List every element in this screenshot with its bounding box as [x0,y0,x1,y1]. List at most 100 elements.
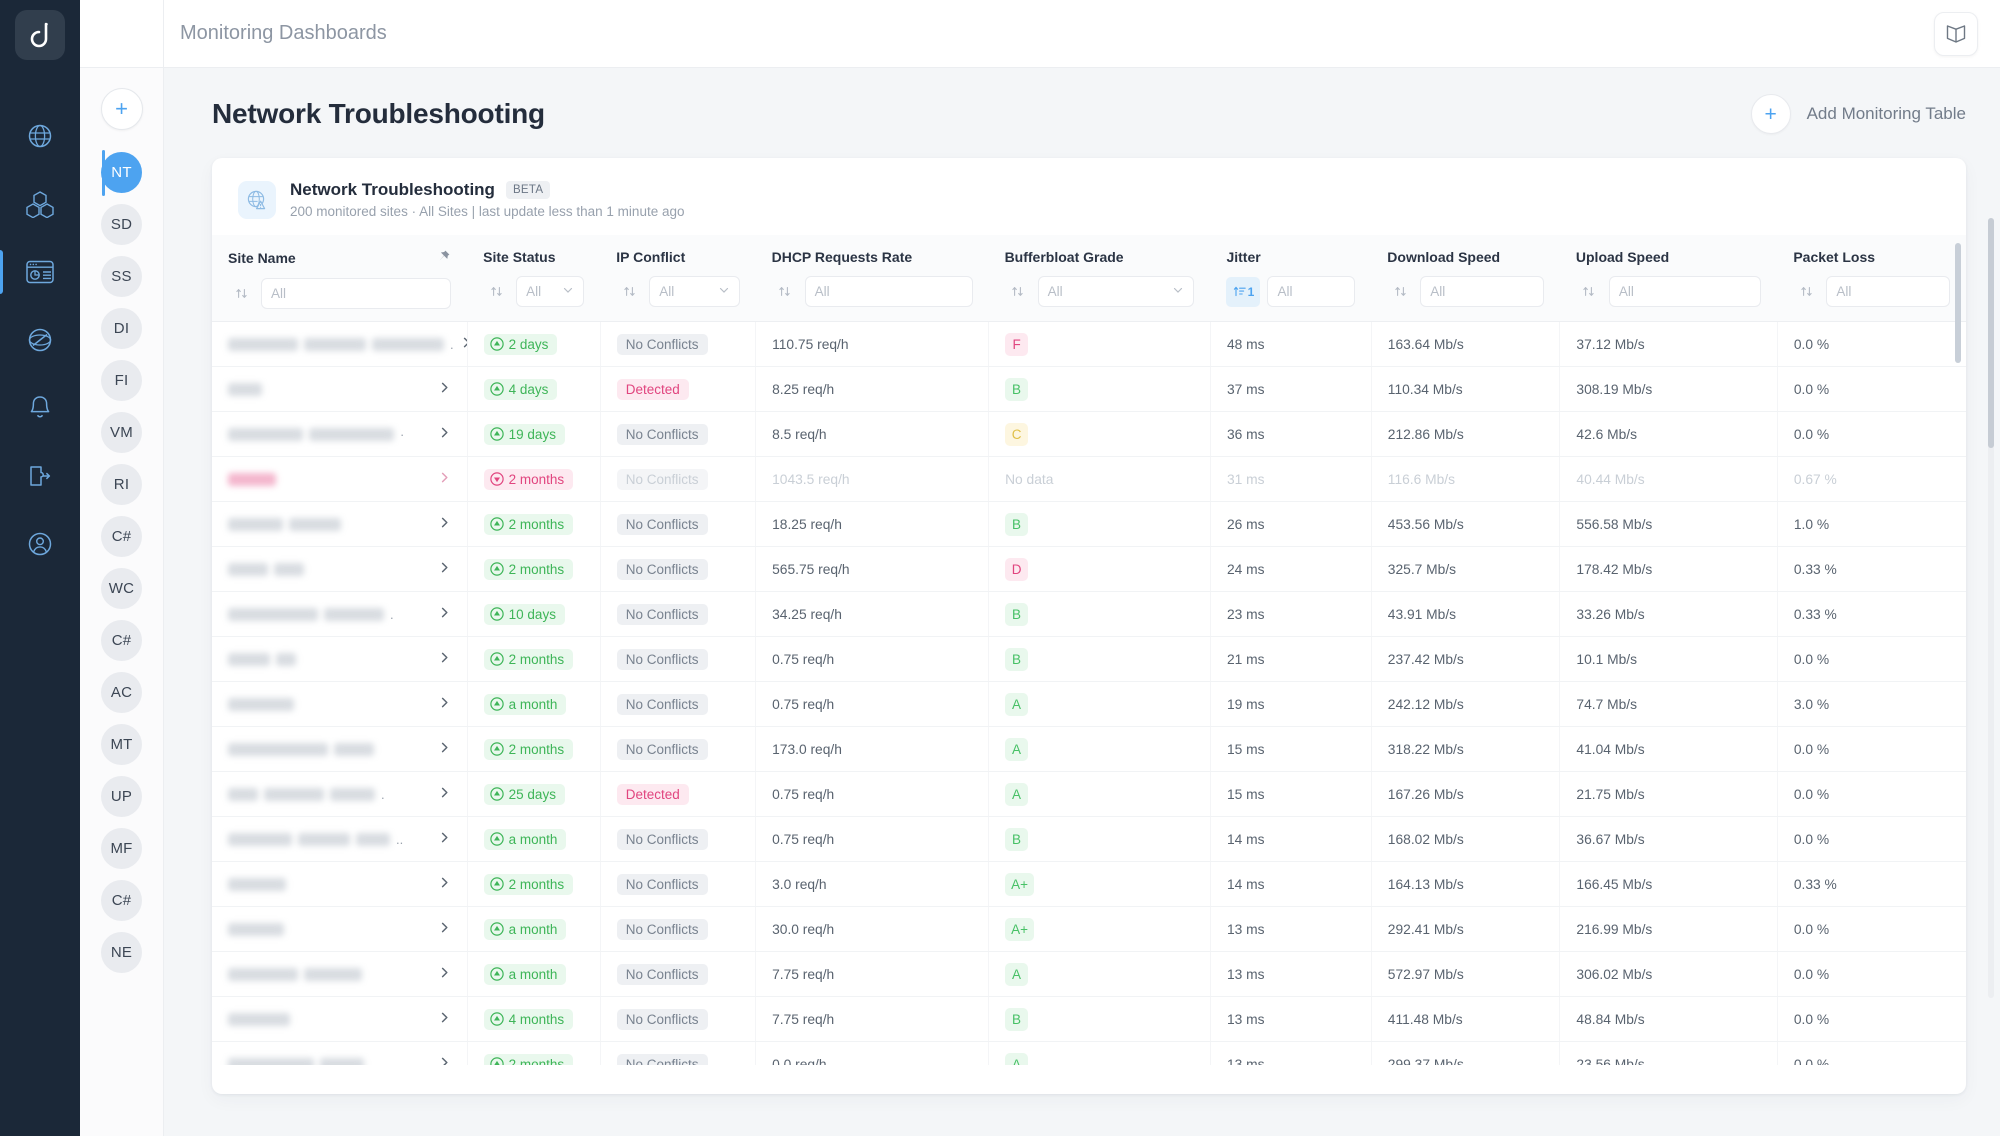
column-sort-button[interactable] [772,277,798,307]
sidebar-item-dashboards[interactable] [0,238,80,306]
dashboard-tab-ri[interactable]: RI [80,464,163,505]
cell-site-name[interactable] [212,501,468,547]
column-filter-select[interactable]: All [516,276,585,307]
cell-site-name[interactable] [212,726,468,772]
column-filter-select[interactable]: All [1037,276,1195,307]
cell-site-name[interactable] [212,366,468,412]
cell-site-name[interactable] [212,906,468,952]
column-sort-button[interactable] [1005,277,1031,307]
cell-site-name[interactable] [212,951,468,997]
cell-site-name[interactable] [212,546,468,592]
dashboard-tab-csharp[interactable]: C# [80,880,163,921]
table-row[interactable]: · 19 days No Conflicts 8.5 req/h C 36 ms 212.8… [212,411,1966,457]
column-filter-input[interactable]: All [1826,276,1950,307]
cell-site-name[interactable] [212,681,468,727]
row-expand-chevron-icon[interactable] [438,741,451,758]
cell-site-name[interactable]: . [212,591,468,637]
column-filter-select[interactable]: All [649,276,740,307]
table-row[interactable]: . 25 days Detected 0.75 req/h A 15 ms 167.26 M… [212,771,1966,817]
cell-site-name[interactable]: . [212,771,468,817]
app-logo[interactable] [15,10,65,60]
table-row[interactable]: 2 months No Conflicts 18.25 req/h B 26 ms 453… [212,501,1966,547]
table-row[interactable]: 2 months No Conflicts 3.0 req/h A+ 14 ms 164.… [212,861,1966,907]
dashboard-tab-nt[interactable]: NT [80,150,163,196]
dashboard-tab-fi[interactable]: FI [80,360,163,401]
table-row[interactable]: 2 months No Conflicts 173.0 req/h A 15 ms 318… [212,726,1966,772]
row-expand-chevron-icon[interactable] [438,426,451,443]
guide-book-button[interactable] [1934,11,1978,56]
add-monitoring-table-button[interactable]: + Add Monitoring Table [1750,94,1966,134]
page-scrollbar-thumb[interactable] [1988,218,1994,448]
row-expand-chevron-icon[interactable] [438,921,451,938]
cell-site-name[interactable]: . [212,321,468,367]
table-row[interactable]: 2 months No Conflicts 0.0 req/h A 13 ms 299.3… [212,1041,1966,1065]
table-vertical-scrollbar-thumb[interactable] [1955,243,1961,363]
row-expand-chevron-icon[interactable] [438,966,451,983]
dashboard-tab-wc[interactable]: WC [80,568,163,609]
row-expand-chevron-icon[interactable] [438,786,451,803]
dashboard-tab-ss[interactable]: SS [80,256,163,297]
column-filter-input[interactable]: All [1420,276,1544,307]
table-row[interactable]: a month No Conflicts 30.0 req/h A+ 13 ms 292.… [212,906,1966,952]
row-expand-chevron-icon[interactable] [438,831,451,848]
dashboard-tab-sd[interactable]: SD [80,204,163,245]
row-expand-chevron-icon[interactable] [438,561,451,578]
cell-site-name[interactable] [212,861,468,907]
row-expand-chevron-icon[interactable] [460,336,467,353]
dashboard-tab-mf[interactable]: MF [80,828,163,869]
dashboard-tab-mt[interactable]: MT [80,724,163,765]
sidebar-item-alerts[interactable] [0,374,80,442]
table-row[interactable]: .. a month No Conflicts 0.75 req/h B 14 ms 168… [212,816,1966,862]
column-filter-input[interactable]: All [261,278,452,309]
table-row[interactable]: 2 months No Conflicts 1043.5 req/h No data 3… [212,456,1966,502]
row-expand-chevron-icon[interactable] [438,1011,451,1028]
dashboard-tab-ne[interactable]: NE [80,932,163,973]
cell-site-name[interactable]: .. [212,816,468,862]
add-dashboard-button[interactable]: + [100,88,143,130]
row-expand-chevron-icon[interactable] [438,381,451,398]
row-expand-chevron-icon[interactable] [438,471,451,488]
table-row[interactable]: . 2 days No Conflicts 110.75 req/h F 48 ms 163… [212,321,1966,367]
table-row[interactable]: a month No Conflicts 0.75 req/h A 19 ms 242.1… [212,681,1966,727]
cell-site-name[interactable] [212,456,468,502]
dashboard-tab-csharp[interactable]: C# [80,620,163,661]
row-expand-chevron-icon[interactable] [438,696,451,713]
dashboard-tab-up[interactable]: UP [80,776,163,817]
pin-icon[interactable] [436,249,451,267]
sidebar-item-globe-network[interactable] [0,102,80,170]
row-expand-chevron-icon[interactable] [438,1056,451,1065]
cell-site-name[interactable] [212,636,468,682]
column-sort-button[interactable] [616,277,642,307]
dashboard-tab-vm[interactable]: VM [80,412,163,453]
sidebar-item-integrations[interactable] [0,442,80,510]
table-row[interactable]: 2 months No Conflicts 0.75 req/h B 21 ms 237.… [212,636,1966,682]
column-filter-input[interactable]: All [1608,276,1762,307]
column-filter-input[interactable]: All [804,276,973,307]
sidebar-item-performance[interactable] [0,306,80,374]
dashboard-tab-csharp[interactable]: C# [80,516,163,557]
column-sort-button[interactable] [483,277,509,307]
sidebar-item-account[interactable] [0,510,80,578]
row-expand-chevron-icon[interactable] [438,516,451,533]
cell-site-name[interactable]: · [212,411,468,457]
column-sort-button[interactable] [228,279,254,309]
column-sort-button[interactable] [1387,277,1413,307]
row-expand-chevron-icon[interactable] [438,651,451,668]
row-expand-chevron-icon[interactable] [438,606,451,623]
table-row[interactable]: a month No Conflicts 7.75 req/h A 13 ms 572.9… [212,951,1966,997]
table-row[interactable]: . 10 days No Conflicts 34.25 req/h B 23 ms 43.… [212,591,1966,637]
redacted-site-name-block [276,652,296,666]
column-sort-button[interactable]: 1 [1226,276,1261,307]
dashboard-tab-di[interactable]: DI [80,308,163,349]
table-row[interactable]: 4 days Detected 8.25 req/h B 37 ms 110.34 Mb/… [212,366,1966,412]
table-row[interactable]: 4 months No Conflicts 7.75 req/h B 13 ms 411.… [212,996,1966,1042]
column-sort-button[interactable] [1576,277,1602,307]
sidebar-item-cubes[interactable] [0,170,80,238]
table-row[interactable]: 2 months No Conflicts 565.75 req/h D 24 ms 32… [212,546,1966,592]
row-expand-chevron-icon[interactable] [438,876,451,893]
dashboard-tab-ac[interactable]: AC [80,672,163,713]
cell-site-name[interactable] [212,1041,468,1065]
column-filter-input[interactable]: All [1267,276,1356,307]
column-sort-button[interactable] [1793,277,1819,307]
cell-site-name[interactable] [212,996,468,1042]
